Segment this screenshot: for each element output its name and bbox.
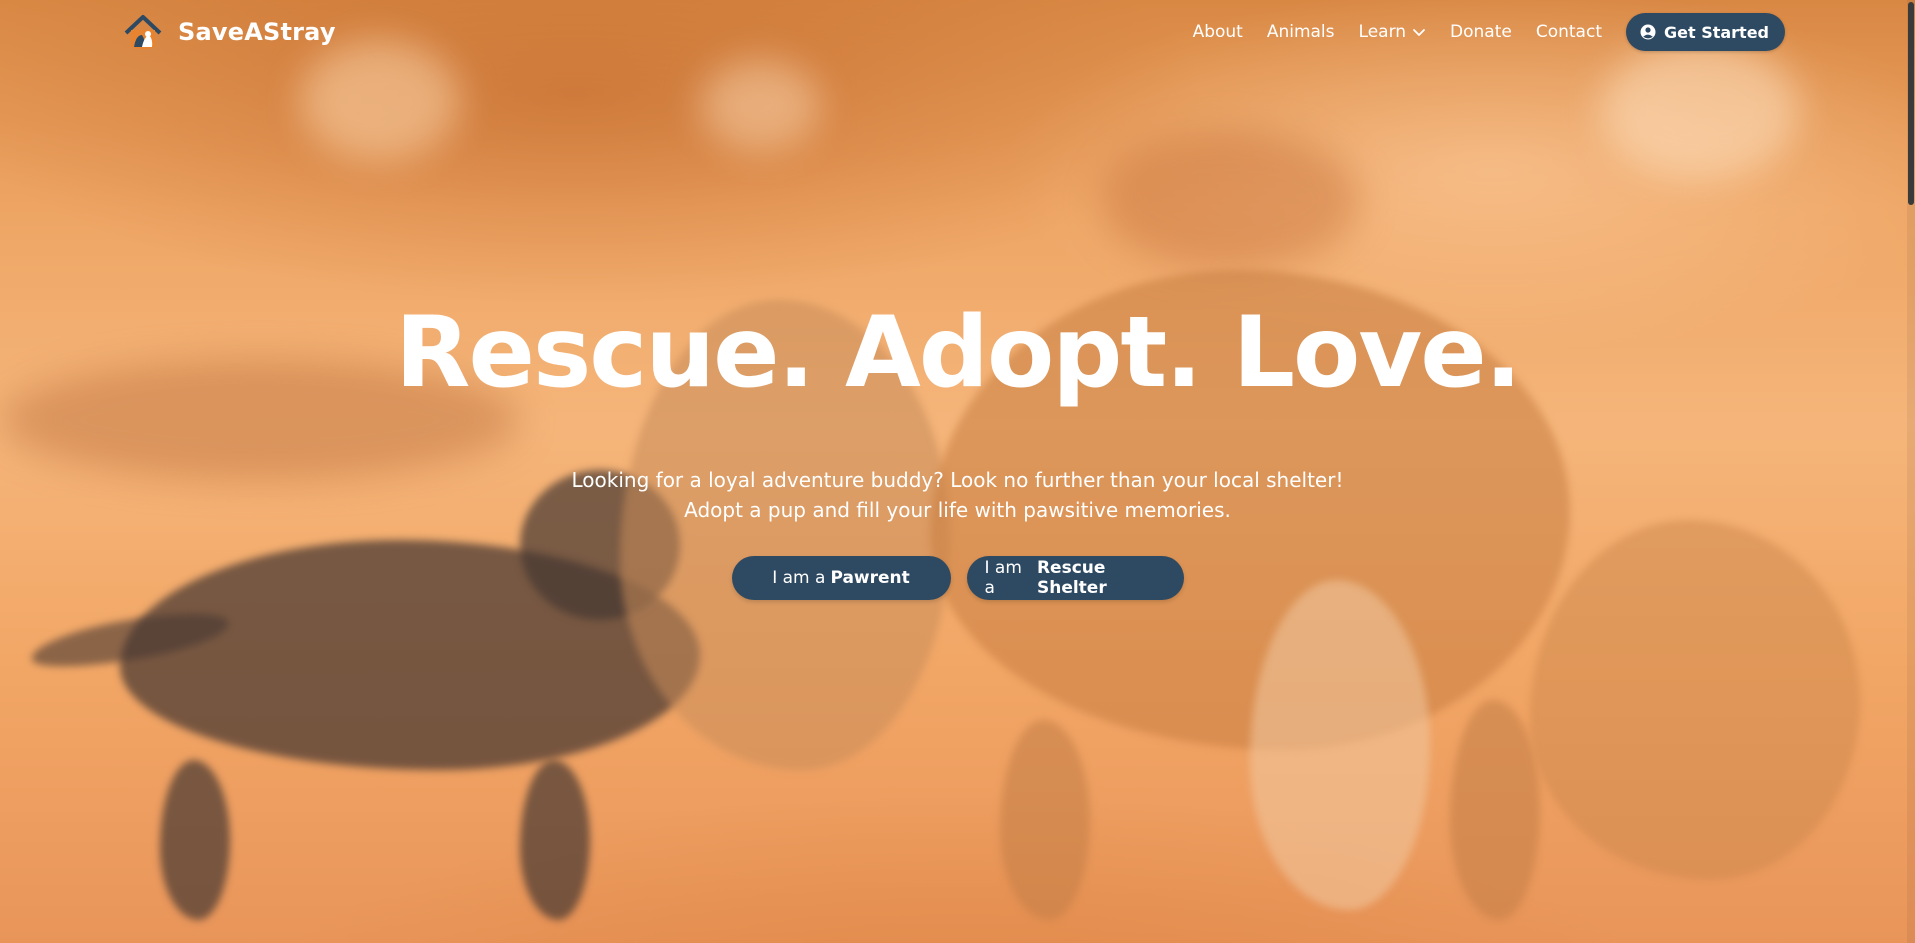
hero-headline: Rescue. Adopt. Love. bbox=[395, 296, 1522, 410]
rescue-shelter-button-prefix: I am a bbox=[984, 558, 1022, 598]
brand-name: SaveAStray bbox=[178, 18, 336, 46]
nav-link-learn-label: Learn bbox=[1358, 22, 1407, 42]
nav-link-about[interactable]: About bbox=[1193, 22, 1243, 42]
hero-subtitle-line-2: Adopt a pup and fill your life with paws… bbox=[684, 498, 1231, 522]
brand-logo-link[interactable]: SaveAStray bbox=[122, 13, 336, 51]
user-circle-icon bbox=[1640, 24, 1656, 40]
get-started-button[interactable]: Get Started bbox=[1625, 13, 1785, 51]
scrollbar-thumb[interactable] bbox=[1908, 2, 1914, 205]
hero-subtitle-line-1: Looking for a loyal adventure buddy? Loo… bbox=[571, 468, 1344, 492]
house-cat-dog-logo-icon bbox=[122, 13, 164, 51]
page-scrollbar[interactable] bbox=[1907, 0, 1915, 943]
nav-link-donate[interactable]: Donate bbox=[1450, 22, 1512, 42]
get-started-label: Get Started bbox=[1663, 22, 1769, 42]
pawrent-button-emphasis: Pawrent bbox=[830, 568, 910, 588]
nav-link-contact[interactable]: Contact bbox=[1536, 22, 1602, 42]
pawrent-button[interactable]: I am a Pawrent bbox=[731, 556, 951, 600]
hero-cta-row: I am a Pawrent I am a Rescue Shelter bbox=[0, 556, 1915, 600]
nav-link-animals[interactable]: Animals bbox=[1267, 22, 1335, 42]
chevron-down-icon bbox=[1413, 29, 1425, 36]
top-navigation: SaveAStray About Animals Learn Donate Co… bbox=[0, 0, 1915, 64]
nav-link-learn-dropdown[interactable]: Learn bbox=[1359, 22, 1427, 42]
nav-links: About Animals Learn Donate Contact Get S… bbox=[1193, 13, 1785, 51]
pawrent-button-prefix: I am a bbox=[772, 568, 826, 588]
rescue-shelter-button-emphasis: Rescue Shelter bbox=[1036, 558, 1107, 598]
rescue-shelter-button[interactable]: I am a Rescue Shelter bbox=[966, 556, 1184, 600]
hero-subtitle: Looking for a loyal adventure buddy? Loo… bbox=[0, 465, 1915, 525]
